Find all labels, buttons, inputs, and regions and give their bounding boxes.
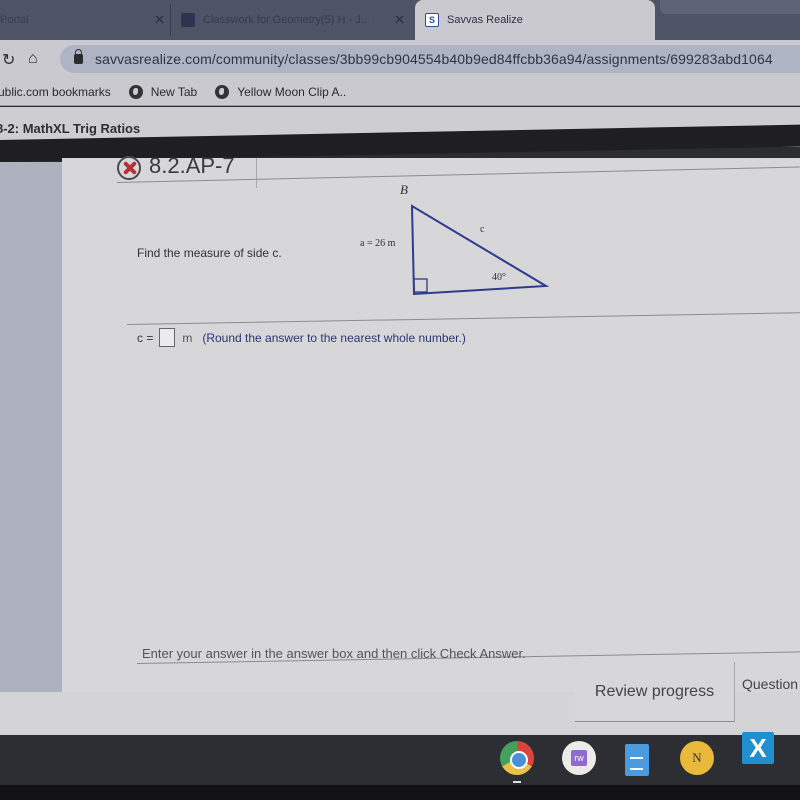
side-c-label: c <box>480 224 485 235</box>
close-tab-icon[interactable]: ✕ <box>394 12 405 28</box>
tab-strip: Portal ✕ Classwork for Geometry(5) H - J… <box>0 0 800 40</box>
x-app-icon[interactable]: X <box>742 732 774 764</box>
vertex-b-label: B <box>400 182 408 197</box>
reload-icon[interactable]: ↻ <box>2 50 15 70</box>
vertex-a-label: A <box>547 299 556 300</box>
read-write-icon[interactable] <box>562 741 596 775</box>
tab-portal[interactable]: Portal ✕ <box>0 4 175 36</box>
savvas-icon: S <box>425 13 439 27</box>
triangle <box>410 204 550 296</box>
angle-a-label: 40° <box>492 272 506 283</box>
review-progress-button[interactable]: Review progress <box>575 662 735 722</box>
screen-bezel <box>0 785 800 800</box>
docs-icon[interactable] <box>625 744 649 776</box>
bookmark-new-tab[interactable]: New Tab <box>128 84 198 99</box>
question-panel: 8.2.AP-7 Find the measure of side c. B C… <box>62 153 800 693</box>
close-tab-icon[interactable]: ✕ <box>154 12 165 28</box>
rounding-hint: (Round the answer to the nearest whole n… <box>202 330 466 345</box>
bookmark-public[interactable]: ublic.com bookmarks <box>0 85 111 99</box>
answer-label: c = <box>137 330 154 345</box>
classroom-icon <box>181 13 195 27</box>
tab-label: Classwork for Geometry(5) H - J... <box>203 14 370 26</box>
globe-icon <box>215 84 230 99</box>
tab-label: Savvas Realize <box>447 14 523 26</box>
bookmark-label: ublic.com bookmarks <box>0 84 111 99</box>
question-prompt: Find the measure of side c. <box>137 246 282 260</box>
question-header: 8.2.AP-7 <box>117 153 257 188</box>
answer-input[interactable] <box>159 328 176 347</box>
side-a-label: a = 26 m <box>360 238 396 249</box>
globe-icon <box>128 84 143 99</box>
right-angle-marker <box>413 278 428 293</box>
assignment-title: 8-2: MathXL Trig Ratios <box>0 121 141 136</box>
chrome-icon[interactable] <box>500 741 534 775</box>
answer-row: c = m (Round the answer to the nearest w… <box>137 328 466 347</box>
tab-overflow[interactable] <box>660 0 800 14</box>
bookmarks-bar: ublic.com bookmarks New Tab Yellow Moon … <box>0 78 800 106</box>
answer-unit: m <box>182 330 193 345</box>
triangle-figure: B C A a = 26 m c 40° <box>360 182 556 300</box>
url-text: savvasrealize.com/community/classes/3bb9… <box>95 51 773 67</box>
question-id: 8.2.AP-7 <box>149 153 235 178</box>
browser-toolbar: ↻ ⌂ savvasrealize.com/community/classes/… <box>0 40 800 78</box>
lock-icon <box>74 49 83 64</box>
address-bar[interactable]: savvasrealize.com/community/classes/3bb9… <box>60 45 800 73</box>
tab-label: Portal <box>0 14 29 26</box>
bookmark-label: New Tab <box>150 84 198 99</box>
divider <box>126 312 800 325</box>
question-nav-button[interactable]: Question <box>742 676 798 692</box>
tab-savvas[interactable]: S Savvas Realize <box>415 0 655 40</box>
instruction-text: Enter your answer in the answer box and … <box>142 646 526 661</box>
running-indicator <box>513 781 521 783</box>
incorrect-icon <box>117 156 141 180</box>
bookmark-yellow-moon[interactable]: Yellow Moon Clip A.. <box>215 84 347 99</box>
question-nav-label: Question <box>742 676 799 692</box>
tab-classwork[interactable]: Classwork for Geometry(5) H - J... ✕ <box>170 4 415 36</box>
review-progress-label: Review progress <box>594 682 715 700</box>
n-app-icon[interactable]: N <box>680 741 714 775</box>
home-icon[interactable]: ⌂ <box>28 50 38 68</box>
left-panel <box>0 162 62 692</box>
bookmark-label: Yellow Moon Clip A.. <box>237 84 347 99</box>
